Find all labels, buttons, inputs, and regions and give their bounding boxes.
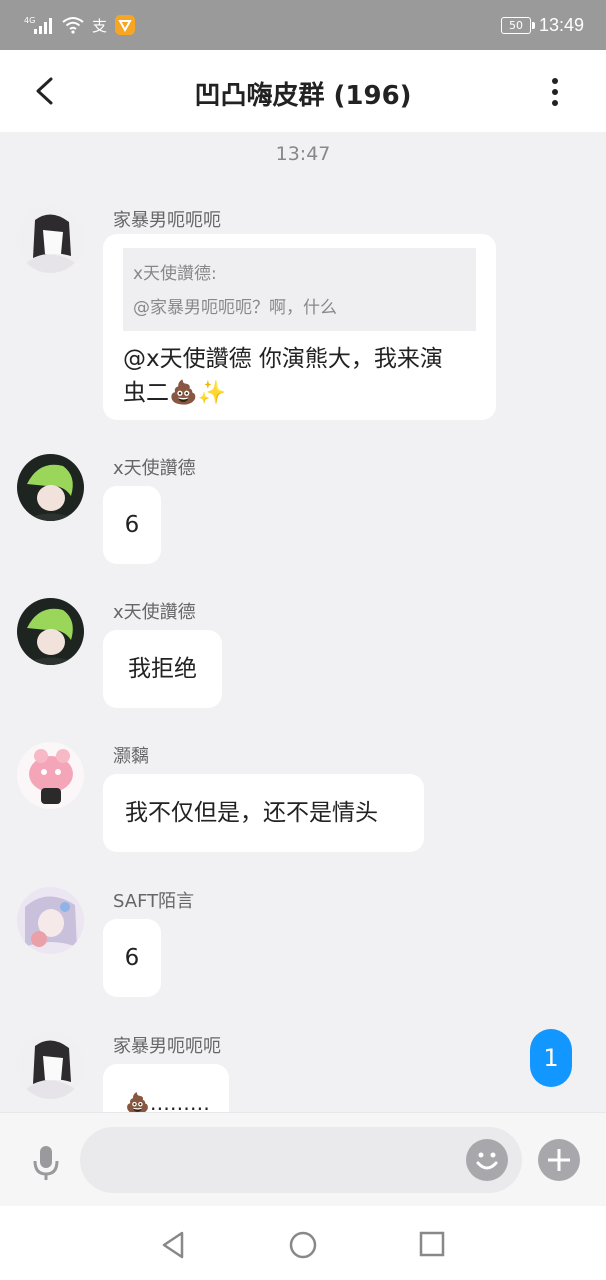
- message-bubble[interactable]: 我不仅但是，还不是情头: [103, 774, 424, 852]
- message-bubble[interactable]: 6: [103, 486, 161, 564]
- avatar[interactable]: [17, 887, 84, 954]
- plus-icon[interactable]: [538, 1139, 580, 1181]
- sender-name: x天使讚德: [113, 602, 196, 623]
- more-vertical-icon[interactable]: [540, 72, 570, 112]
- status-bar: 4G 支 50 13:49: [0, 0, 606, 50]
- message-text: 6: [124, 512, 140, 538]
- message-text: 虫二💩✨: [123, 380, 227, 406]
- message-input[interactable]: [80, 1127, 522, 1193]
- status-left: 4G 支: [24, 12, 136, 38]
- sender-name: 家暴男呃呃呃: [113, 1036, 221, 1057]
- status-clock: 13:49: [538, 14, 584, 35]
- sender-name: 家暴男呃呃呃: [113, 210, 221, 231]
- wifi-icon: [62, 17, 84, 34]
- app-notification-icon: [115, 15, 136, 35]
- message-text: 6: [124, 945, 140, 971]
- chat-header: 凹凸嗨皮群 (196): [0, 50, 606, 132]
- avatar[interactable]: [17, 598, 84, 665]
- quoted-text: @家暴男呃呃呃？啊，什么: [133, 298, 337, 318]
- triangle-back-icon[interactable]: [158, 1230, 188, 1260]
- quoted-message[interactable]: x天使讚德: @家暴男呃呃呃？啊，什么: [123, 248, 476, 331]
- avatar[interactable]: [17, 454, 84, 521]
- message-item: 家暴男呃呃呃 💩………: [17, 1032, 317, 1112]
- message-bubble[interactable]: 我拒绝: [103, 630, 222, 708]
- unread-count-badge[interactable]: 1: [530, 1029, 572, 1087]
- status-right: 50 13:49: [500, 12, 584, 38]
- message-timestamp: 13:47: [275, 143, 331, 165]
- microphone-icon[interactable]: [30, 1143, 62, 1183]
- avatar[interactable]: [17, 1032, 84, 1099]
- signal-icon: 4G: [24, 16, 52, 34]
- svg-text:4G: 4G: [24, 16, 35, 25]
- message-bubble[interactable]: x天使讚德: @家暴男呃呃呃？啊，什么 @x天使讚德 你演熊大，我来演 虫二💩✨: [103, 234, 496, 420]
- chat-title: 凹凸嗨皮群 (196): [194, 81, 412, 111]
- message-bubble[interactable]: 💩………: [103, 1064, 229, 1112]
- sender-name: SAFT陌言: [113, 891, 195, 912]
- avatar[interactable]: [17, 742, 84, 809]
- circle-home-icon[interactable]: [288, 1230, 318, 1260]
- message-bubble[interactable]: 6: [103, 919, 161, 997]
- battery-icon: 50: [500, 16, 535, 34]
- input-bar: [0, 1112, 606, 1207]
- sender-name: 灏黐: [113, 746, 149, 767]
- message-text: @x天使讚德 你演熊大，我来演: [123, 346, 443, 372]
- quoted-sender: x天使讚德:: [133, 264, 217, 284]
- avatar[interactable]: [17, 206, 84, 273]
- message-text: 💩………: [125, 1091, 210, 1112]
- alipay-icon: 支: [92, 16, 108, 35]
- system-nav-bar: [0, 1206, 606, 1280]
- message-text: 我拒绝: [128, 656, 197, 682]
- message-text: 我不仅但是，还不是情头: [125, 800, 378, 826]
- smiley-icon[interactable]: [466, 1139, 508, 1181]
- sender-name: x天使讚德: [113, 458, 196, 479]
- square-recent-icon[interactable]: [418, 1230, 446, 1258]
